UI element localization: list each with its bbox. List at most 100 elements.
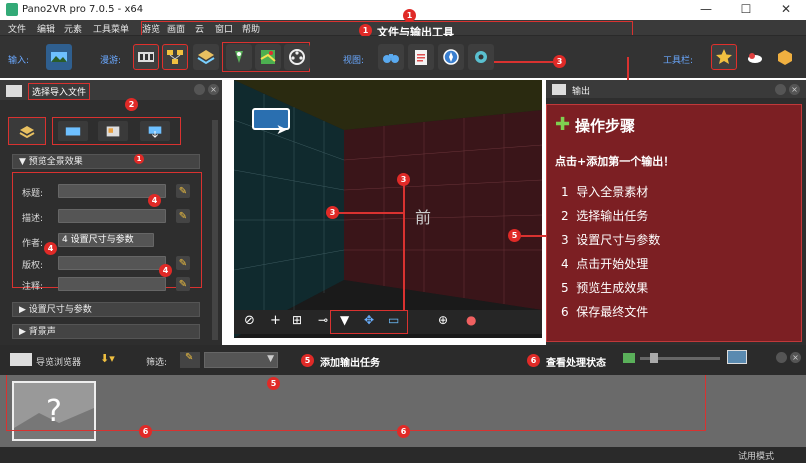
annotation-badge-4c: 4 [159, 264, 172, 277]
slider-handle[interactable] [650, 353, 658, 363]
layers-icon [197, 50, 215, 65]
tour-map-icon [167, 50, 183, 64]
stack-icon [19, 126, 35, 139]
annotation-badge-6: 6 [527, 354, 540, 367]
star-icon [716, 49, 732, 64]
step-number: 5 [561, 281, 569, 295]
menu-file[interactable]: 文件 [8, 22, 26, 35]
cloud-icon [748, 53, 762, 63]
menu-edit[interactable]: 编辑 [37, 22, 55, 35]
field-label-author: 作者: [22, 239, 44, 249]
app-logo-icon [6, 3, 18, 16]
annotation-badge-6-bottom-mid: 6 [397, 425, 410, 438]
tour-map-button[interactable] [162, 44, 188, 70]
package-button[interactable] [772, 44, 798, 70]
grid-icon[interactable]: ⊞ [292, 313, 302, 327]
hotspot-icon [235, 51, 243, 63]
panel-close-button[interactable]: × [208, 84, 219, 95]
copyright-field[interactable] [58, 256, 166, 270]
sort-icon[interactable]: ⬇▾ [100, 352, 115, 365]
maximize-button[interactable]: ☐ [726, 0, 766, 20]
chevron-down-icon: ▼ [267, 354, 274, 364]
layers-button[interactable] [193, 44, 219, 70]
status-bar: 试用模式 [0, 447, 806, 463]
annotation-frame-bottom [6, 375, 706, 431]
filter-icon-button[interactable]: ✎ [180, 352, 200, 368]
step-5: 5 预览生成效果 [561, 279, 648, 296]
toolbar-label: 工具栏: [663, 56, 694, 66]
annotation-badge-5-bottom: 5 [267, 377, 280, 390]
pencil-icon: ✎ [178, 185, 188, 197]
cloud-button[interactable] [742, 44, 768, 70]
output-panel-title: 输出 [572, 87, 591, 97]
edit-copyright-button[interactable]: ✎ [176, 256, 190, 270]
tab-panorama[interactable] [58, 121, 88, 141]
bottom-close-button[interactable]: × [790, 352, 801, 363]
author-field[interactable]: 4 设置尺寸与参数 [58, 233, 154, 247]
step-number: 3 [561, 233, 569, 247]
viewer-toolbar: ⊘ + ⊞ ⊸ ▼ ✥ ▭ ⊕ ● [234, 310, 542, 334]
small-thumb-icon [623, 353, 635, 363]
annotation-badge-5-right: 5 [508, 229, 521, 242]
crosshair-icon[interactable]: + [270, 313, 281, 328]
clipboard-button[interactable] [408, 44, 434, 70]
section-background-sound[interactable]: ▶ 背景声 [12, 324, 200, 339]
edit-description-button[interactable]: ✎ [176, 209, 190, 223]
description-field[interactable] [58, 209, 166, 223]
compass-small-icon[interactable]: ⊘ [244, 313, 255, 328]
move-icon[interactable]: ✥ [364, 313, 374, 327]
filter-label: 筛选: [146, 358, 168, 368]
section-size-params[interactable]: ▶ 设置尺寸与参数 [12, 302, 200, 317]
annotation-line [403, 185, 405, 315]
import-panorama-button[interactable] [46, 44, 72, 70]
map-button[interactable] [255, 44, 281, 70]
tab-output[interactable] [140, 121, 170, 141]
hotspot-button[interactable] [226, 44, 252, 70]
edit-title-button[interactable]: ✎ [176, 184, 190, 198]
output-panel-close-button[interactable]: × [789, 84, 800, 95]
plus-icon: ✚ [555, 114, 571, 135]
close-button[interactable]: ✕ [766, 0, 806, 20]
step-1: 1 导入全景素材 [561, 183, 648, 200]
section-preview[interactable]: ▼ 预览全景效果 [12, 154, 200, 169]
media-button[interactable] [284, 44, 310, 70]
target-icon[interactable]: ⊕ [438, 313, 448, 327]
tab-input-source[interactable] [8, 117, 46, 145]
download-icon [148, 126, 162, 138]
view-label: 视图: [343, 56, 365, 66]
note-field[interactable] [58, 277, 166, 291]
link-icon[interactable] [775, 84, 786, 95]
section-bg-label: 背景声 [28, 327, 56, 337]
annotation-line [339, 212, 404, 214]
minimize-button[interactable]: — [686, 0, 726, 20]
panorama-viewer[interactable]: ➤ 前 3 3 [234, 80, 542, 338]
thumbnail-size-slider[interactable] [640, 353, 720, 363]
tour-browser-button[interactable] [133, 44, 159, 70]
left-panel-scrollbar[interactable] [212, 120, 218, 340]
menu-tools[interactable]: 工具菜单 [93, 22, 129, 35]
star-tool-button[interactable] [711, 44, 737, 70]
window-title: Pano2VR pro 7.0.5 - x64 [22, 4, 144, 15]
step-text: 选择输出任务 [576, 209, 649, 223]
edit-note-button[interactable]: ✎ [176, 277, 190, 291]
link-icon[interactable] [776, 352, 787, 363]
funnel-icon[interactable]: ▼ [340, 313, 349, 327]
compass-icon [443, 49, 459, 65]
panorama-small-icon[interactable]: ▭ [388, 313, 399, 327]
line-tool-icon[interactable]: ⊸ [318, 313, 328, 327]
settings-view-button[interactable] [468, 44, 494, 70]
field-label-description: 描述: [22, 214, 44, 224]
binoculars-button[interactable] [378, 44, 404, 70]
main-toolbar: 输入: 漫游: 视图: 3 2 工具栏: [0, 36, 806, 140]
filter-dropdown[interactable]: ▼ [204, 352, 278, 368]
pencil-icon: ✎ [178, 210, 188, 222]
image-icon [106, 126, 120, 137]
compass-button[interactable] [438, 44, 464, 70]
tab-image[interactable] [98, 121, 128, 141]
color-palette-icon[interactable]: ● [466, 313, 476, 327]
step-number: 4 [561, 257, 569, 271]
film-strip-icon [138, 52, 154, 62]
link-icon[interactable] [194, 84, 205, 95]
add-output-hint: 点击+添加第一个输出！ [555, 155, 675, 168]
menu-elements[interactable]: 元素 [64, 22, 82, 35]
